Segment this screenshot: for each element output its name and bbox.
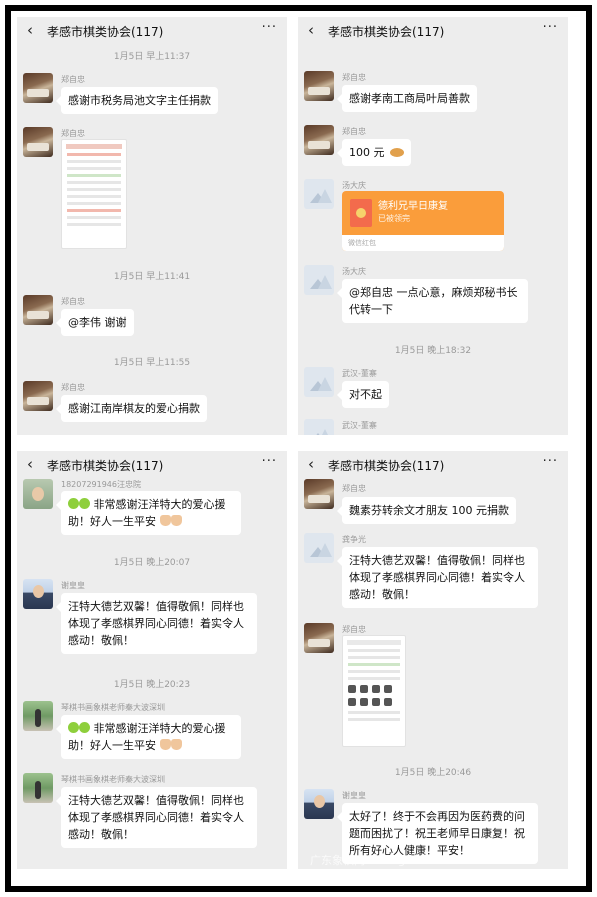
red-packet[interactable]: 德利兄早日康复 已被领完 微信红包	[342, 191, 504, 251]
message-bubble[interactable]: @李伟 谢谢	[56, 309, 134, 336]
praying-hands-emoji-icon	[170, 515, 182, 526]
sender-name: 谢皇皇	[61, 581, 85, 590]
avatar[interactable]	[304, 125, 334, 155]
message-text: 非常感谢汪洋特大的爱心援助！好人一生平安	[68, 722, 226, 752]
red-packet-footer: 微信红包	[342, 235, 504, 251]
sender-name: 郑自忠	[342, 484, 366, 493]
sender-name: 汤大庆	[342, 181, 366, 190]
avatar[interactable]	[304, 623, 334, 653]
timestamp: 1月5日 晚上20:46	[394, 768, 472, 778]
message-bubble[interactable]: @郑自忠 一点心意，麻烦郑秘书长代转一下	[337, 279, 528, 323]
more-options-icon[interactable]: ···	[262, 454, 277, 469]
chat-header: ‹ 孝感市棋类协会(117) ···	[298, 451, 568, 479]
sender-name: 琴棋书画象棋老师秦大波深圳	[61, 703, 165, 712]
avatar[interactable]	[23, 701, 53, 731]
image-thumbnail[interactable]	[61, 139, 127, 249]
praying-hands-emoji-icon	[170, 739, 182, 750]
chat-header: ‹ 孝感市棋类协会(117) ···	[17, 451, 287, 479]
avatar[interactable]	[304, 533, 334, 563]
sender-name: 郑自忠	[342, 127, 366, 136]
green-face-emoji-icon	[79, 722, 90, 733]
sender-name: 郑自忠	[61, 75, 85, 84]
chat-panel-1: ‹ 孝感市棋类协会(117) ··· 1月5日 早上11:37 郑自忠 感谢市税…	[17, 17, 287, 435]
message-text: 非常感谢汪洋特大的爱心援助！好人一生平安	[68, 498, 226, 528]
sender-name: 18207291946汪忠院	[61, 480, 141, 489]
chat-title: 孝感市棋类协会(117)	[328, 25, 445, 39]
green-face-emoji-icon	[79, 498, 90, 509]
image-thumbnail[interactable]	[342, 635, 406, 747]
sender-name: 武汉-董寨	[342, 421, 377, 430]
message-bubble[interactable]: 汪特大德艺双馨！值得敬佩！同样也体现了孝感棋界同心同德！着实令人感动！敬佩！	[56, 787, 257, 848]
sender-name: 武汉-董寨	[342, 369, 377, 378]
message-bubble[interactable]: 对不起	[337, 381, 389, 408]
message-bubble[interactable]: 魏素芬转余文才朋友 100 元捐款	[337, 497, 516, 524]
chat-panel-4: ‹ 孝感市棋类协会(117) ··· 郑自忠 魏素芬转余文才朋友 100 元捐款…	[298, 451, 568, 869]
message-bubble[interactable]: 非常感谢汪洋特大的爱心援助！好人一生平安	[56, 715, 241, 759]
chat-header: ‹ 孝感市棋类协会(117) ···	[17, 17, 287, 45]
message-bubble[interactable]: 感谢江南岸棋友的爱心捐款	[56, 395, 207, 422]
message-text: 100 元	[349, 146, 385, 159]
sender-name: 郑自忠	[61, 383, 85, 392]
avatar[interactable]	[23, 579, 53, 609]
back-arrow-icon[interactable]: ‹	[27, 21, 33, 39]
timestamp: 1月5日 早上11:37	[113, 52, 191, 62]
chat-title: 孝感市棋类协会(117)	[47, 459, 164, 473]
back-arrow-icon[interactable]: ‹	[308, 21, 314, 39]
red-packet-status: 已被领完	[378, 214, 410, 223]
red-packet-icon	[350, 199, 372, 227]
more-options-icon[interactable]: ···	[262, 20, 277, 35]
message-bubble[interactable]: 非常感谢汪洋特大的爱心援助！好人一生平安	[56, 491, 241, 535]
back-arrow-icon[interactable]: ‹	[308, 455, 314, 473]
sender-name: 汤大庆	[342, 267, 366, 276]
avatar[interactable]	[23, 295, 53, 325]
avatar[interactable]	[23, 773, 53, 803]
sender-name: 郑自忠	[342, 625, 366, 634]
more-options-icon[interactable]: ···	[543, 20, 558, 35]
chat-panel-3: ‹ 孝感市棋类协会(117) ··· 18207291946汪忠院 非常感谢汪洋…	[17, 451, 287, 869]
chat-panel-2: ‹ 孝感市棋类协会(117) ··· 郑自忠 感谢孝南工商局叶局善款 郑自忠 1…	[298, 17, 568, 435]
green-face-emoji-icon	[68, 498, 79, 509]
sender-name: 郑自忠	[61, 129, 85, 138]
sender-name: 龚争光	[342, 535, 366, 544]
timestamp: 1月5日 早上11:41	[113, 272, 191, 282]
avatar[interactable]	[304, 419, 334, 435]
timestamp: 1月5日 晚上18:32	[394, 346, 472, 356]
chat-title: 孝感市棋类协会(117)	[47, 25, 164, 39]
message-bubble[interactable]: 100 元	[337, 139, 411, 166]
message-bubble[interactable]: 汪特大德艺双馨！值得敬佩！同样也体现了孝感棋界同心同德！着实令人感动！敬佩！	[56, 593, 257, 654]
sender-name: 谢皇皇	[342, 791, 366, 800]
message-bubble[interactable]: 感谢孝南工商局叶局善款	[337, 85, 477, 112]
avatar[interactable]	[23, 479, 53, 509]
timestamp: 1月5日 晚上20:07	[113, 558, 191, 568]
avatar[interactable]	[304, 367, 334, 397]
praying-hands-emoji-icon	[159, 515, 171, 526]
avatar[interactable]	[23, 127, 53, 157]
praying-hands-emoji-icon	[159, 739, 171, 750]
avatar[interactable]	[304, 71, 334, 101]
avatar[interactable]	[304, 265, 334, 295]
message-bubble[interactable]: 感谢市税务局池文字主任捐款	[56, 87, 218, 114]
red-packet-title: 德利兄早日康复	[378, 201, 448, 212]
back-arrow-icon[interactable]: ‹	[27, 455, 33, 473]
timestamp: 1月5日 早上11:55	[113, 358, 191, 368]
sender-name: 琴棋书画象棋老师秦大波深圳	[61, 775, 165, 784]
timestamp: 1月5日 晚上20:23	[113, 680, 191, 690]
avatar[interactable]	[23, 381, 53, 411]
sender-name: 郑自忠	[342, 73, 366, 82]
watermark: 广东象棋网 www.gdchess.com	[310, 854, 471, 867]
chat-header: ‹ 孝感市棋类协会(117) ···	[298, 17, 568, 45]
sender-name: 郑自忠	[61, 297, 85, 306]
chat-title: 孝感市棋类协会(117)	[328, 459, 445, 473]
avatar[interactable]	[304, 479, 334, 509]
message-bubble[interactable]: 汪特大德艺双馨！值得敬佩！同样也体现了孝感棋界同心同德！着实令人感动！敬佩！	[337, 547, 538, 608]
wonton-emoji-icon	[389, 148, 404, 157]
avatar[interactable]	[23, 73, 53, 103]
avatar[interactable]	[304, 789, 334, 819]
more-options-icon[interactable]: ···	[543, 454, 558, 469]
avatar[interactable]	[304, 179, 334, 209]
green-face-emoji-icon	[68, 722, 79, 733]
